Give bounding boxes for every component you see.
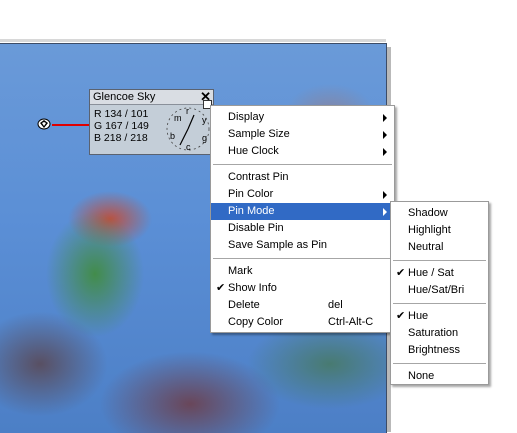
clock-letter-b: b: [170, 131, 175, 141]
menu-item-label: Brightness: [408, 344, 460, 356]
submenu-item-hue[interactable]: ✔ Hue: [391, 308, 488, 325]
submenu-item-neutral[interactable]: Neutral: [391, 239, 488, 256]
menu-item-label: None: [408, 370, 435, 382]
red-value: R 134 / 101: [94, 108, 149, 120]
submenu-arrow-icon: [383, 148, 387, 156]
clock-letter-c: c: [186, 142, 191, 152]
menu-item-label: Hue: [408, 310, 429, 322]
pin-info-panel[interactable]: Glencoe Sky ✕ R 134 / 101 G 167 / 149 B …: [89, 89, 214, 155]
submenu-item-hue-sat-bri[interactable]: Hue/Sat/Bri: [391, 282, 488, 299]
menu-separator: [393, 260, 486, 261]
menu-item-sample-size[interactable]: Sample Size: [211, 126, 394, 143]
checkmark-icon: ✔: [216, 282, 226, 294]
menu-item-label: Hue/Sat/Bri: [408, 284, 465, 296]
checkmark-icon: ✔: [396, 267, 406, 279]
menu-item-hue-clock[interactable]: Hue Clock: [211, 143, 394, 160]
menu-item-label: Display: [228, 111, 265, 123]
canvas-shadow-top: [0, 39, 386, 42]
submenu-item-highlight[interactable]: Highlight: [391, 222, 488, 239]
menu-item-label: Hue Clock: [228, 145, 279, 157]
clock-letter-r: r: [186, 106, 189, 116]
menu-item-delete[interactable]: Delete del: [211, 297, 394, 314]
submenu-item-saturation[interactable]: Saturation: [391, 325, 488, 342]
menu-item-label: Mark: [228, 265, 253, 277]
submenu-arrow-icon: [383, 114, 387, 122]
pin-name: Glencoe Sky: [93, 91, 156, 103]
submenu-item-hue-sat[interactable]: ✔ Hue / Sat: [391, 265, 488, 282]
menu-separator: [393, 363, 486, 364]
clock-letter-g: g: [202, 133, 207, 143]
pin-info-titlebar[interactable]: Glencoe Sky ✕: [90, 90, 213, 105]
menu-item-label: Show Info: [228, 282, 277, 294]
pin-mode-submenu: Shadow Highlight Neutral ✔ Hue / Sat Hue/…: [390, 201, 489, 385]
checkmark-icon: ✔: [396, 310, 406, 322]
clock-letter-y: y: [202, 115, 207, 125]
green-value: G 167 / 149: [94, 120, 149, 132]
menu-item-label: Neutral: [408, 241, 444, 253]
menu-item-copy-color[interactable]: Copy Color Ctrl-Alt-C: [211, 314, 394, 331]
menu-item-label: Highlight: [408, 224, 451, 236]
menu-item-label: Save Sample as Pin: [228, 239, 328, 251]
menu-separator: [393, 303, 486, 304]
menu-item-label: Hue / Sat: [408, 267, 454, 279]
submenu-item-brightness[interactable]: Brightness: [391, 342, 488, 359]
menu-item-show-info[interactable]: ✔ Show Info: [211, 280, 394, 297]
menu-item-label: Disable Pin: [228, 222, 284, 234]
menu-item-display[interactable]: Display: [211, 109, 394, 126]
submenu-item-shadow[interactable]: Shadow: [391, 205, 488, 222]
menu-item-label: Pin Mode: [228, 205, 275, 217]
menu-item-label: Sample Size: [228, 128, 290, 140]
submenu-arrow-icon: [383, 191, 387, 199]
menu-item-label: Delete: [228, 299, 260, 311]
menu-item-label: Pin Color: [228, 188, 274, 200]
blue-value: B 218 / 218: [94, 132, 148, 144]
menu-item-save-sample-as-pin[interactable]: Save Sample as Pin: [211, 237, 394, 254]
menu-item-mark[interactable]: Mark: [211, 263, 394, 280]
menu-shortcut: Ctrl-Alt-C: [328, 316, 374, 328]
pin-context-menu: Display Sample Size Hue Clock Contrast P…: [210, 105, 395, 333]
clock-letter-m: m: [174, 113, 182, 123]
menu-item-contrast-pin[interactable]: Contrast Pin: [211, 169, 394, 186]
pin-leader-line: [52, 124, 90, 126]
submenu-arrow-icon: [383, 131, 387, 139]
menu-separator: [213, 164, 392, 165]
rgb-readout: R 134 / 101 G 167 / 149 B 218 / 218: [94, 108, 149, 144]
submenu-item-none[interactable]: None: [391, 368, 488, 385]
menu-item-label: Contrast Pin: [228, 171, 289, 183]
menu-item-label: Copy Color: [228, 316, 284, 328]
menu-item-pin-color[interactable]: Pin Color: [211, 186, 394, 203]
sample-pin-marker-icon[interactable]: [36, 117, 52, 131]
hue-clock-icon: m r y g c b: [166, 106, 210, 152]
menu-separator: [213, 258, 392, 259]
menu-shortcut: del: [328, 299, 343, 311]
menu-item-disable-pin[interactable]: Disable Pin: [211, 220, 394, 237]
menu-item-label: Shadow: [408, 207, 448, 219]
menu-item-pin-mode[interactable]: Pin Mode: [211, 203, 394, 220]
menu-item-label: Saturation: [408, 327, 459, 339]
submenu-arrow-icon: [383, 208, 387, 216]
